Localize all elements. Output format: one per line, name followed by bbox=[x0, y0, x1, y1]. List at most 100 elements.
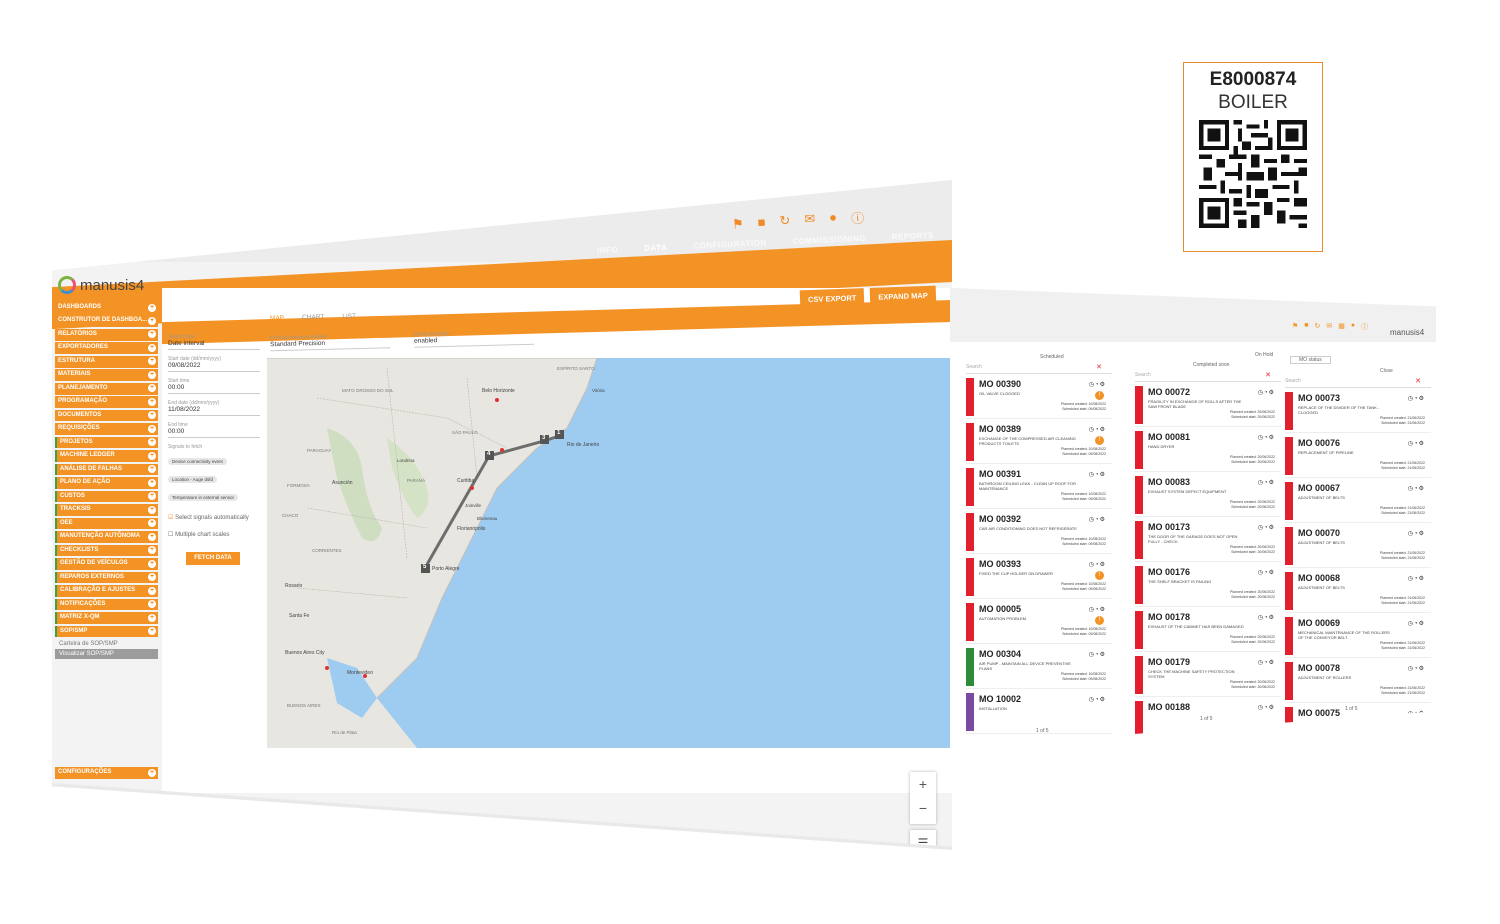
status-icons[interactable]: ◷◔⚙ bbox=[1258, 434, 1275, 441]
work-order-card[interactable]: MO 00179 CHECK THE MACHINE SAFETY PROTECT… bbox=[1135, 656, 1281, 697]
work-order-card[interactable]: MO 00075 ◷◔⚙ bbox=[1285, 707, 1431, 748]
page-number[interactable]: 1 bbox=[1200, 716, 1203, 722]
page-number[interactable]: 1 bbox=[1036, 728, 1039, 734]
sidebar-item-tracksis[interactable]: TRACKSIS + bbox=[55, 504, 158, 516]
sidebar-item-reparos-externos[interactable]: REPAROS EXTERNOS + bbox=[55, 571, 158, 584]
status-icons[interactable]: ◷◔⚙ bbox=[1089, 561, 1106, 568]
status-icons[interactable]: ◷◔⚙ bbox=[1408, 575, 1425, 582]
work-order-card[interactable]: MO 00304 AIR PUMP - MAINTAIN ALL DEVICE P… bbox=[966, 648, 1112, 689]
sidebar-item-relat-rios[interactable]: RELATÓRIOS + bbox=[55, 328, 158, 341]
work-order-card[interactable]: MO 00390 OIL VALVE CLOGGED ◷◔⚙! Planned cre… bbox=[966, 378, 1112, 419]
work-order-card[interactable]: MO 00070 ADJUSTMENT OF BELTS ◷◔⚙ Planned cr… bbox=[1285, 527, 1431, 568]
tab-data[interactable]: DATA bbox=[644, 243, 667, 253]
signal-chip[interactable]: Location - Auge dsfd bbox=[168, 476, 218, 483]
expand-map-button[interactable]: EXPAND MAP bbox=[870, 285, 937, 307]
page-number[interactable]: 1 bbox=[1345, 706, 1348, 712]
status-icons[interactable]: ◷◔⚙ bbox=[1408, 665, 1425, 672]
fetch-data-button[interactable]: FETCH DATA bbox=[186, 552, 240, 565]
status-select[interactable]: MO status bbox=[1290, 356, 1331, 364]
status-icons[interactable]: ◷◔⚙ bbox=[1258, 704, 1275, 711]
search-input[interactable]: Search ✕ bbox=[1135, 372, 1281, 382]
status-icons[interactable]: ◷◔⚙ bbox=[1408, 530, 1425, 537]
sidebar-item-documentos[interactable]: DOCUMENTOS + bbox=[55, 409, 158, 422]
tab-list[interactable]: LIST bbox=[342, 313, 356, 322]
sidebar-item-gest-o-de-ve-culos[interactable]: GESTÃO DE VEÍCULOS + bbox=[55, 558, 158, 570]
sidebar-item-oee[interactable]: OEE + bbox=[55, 517, 158, 530]
work-order-card[interactable]: MO 00176 THE SHELF BRACKET IS FAILING ◷◔⚙ P… bbox=[1135, 566, 1281, 607]
work-order-card[interactable]: MO 00076 REPLACEMENT OF PIPELINE ◷◔⚙ Planne… bbox=[1285, 437, 1431, 478]
status-icons[interactable]: ◷◔⚙ bbox=[1408, 485, 1425, 492]
zoom-in-button[interactable]: + bbox=[910, 772, 936, 796]
sidebar-subitem[interactable]: Carteira de SOP/SMP bbox=[55, 639, 158, 649]
status-icons[interactable]: ◷◔⚙ bbox=[1089, 651, 1106, 658]
map-marker-3[interactable]: 3 bbox=[542, 435, 545, 441]
sidebar-item-materiais[interactable]: MATERIAIS + bbox=[55, 369, 158, 382]
csv-export-button[interactable]: CSV EXPORT bbox=[799, 288, 865, 310]
signal-chip[interactable]: Temperature in external sensor bbox=[168, 494, 239, 501]
work-order-card[interactable]: MO 00073 REPLACE OF THE DIVIDER OF THE TA… bbox=[1285, 392, 1431, 433]
search-input[interactable]: Search ✕ bbox=[966, 364, 1112, 374]
status-icons[interactable]: ◷◔⚙ bbox=[1089, 471, 1106, 478]
tag-icon[interactable]: ⚑ bbox=[1292, 322, 1298, 332]
sidebar-item-matriz-x-qm[interactable]: MATRIZ X-QM + bbox=[55, 612, 158, 624]
status-icons[interactable]: ◷◔⚙ bbox=[1089, 381, 1106, 388]
sidebar-item-dashboards[interactable]: DASHBOARDS + bbox=[55, 302, 158, 314]
search-type-select[interactable]: Date interval bbox=[168, 340, 260, 350]
map-marker-5[interactable]: 5 bbox=[423, 564, 426, 570]
grouping-filter[interactable]: Points grouping enabled bbox=[414, 323, 535, 348]
work-order-card[interactable]: MO 00081 HAND DRYER ◷◔⚙ Planned created: 20… bbox=[1135, 431, 1281, 472]
sidebar-item-checklists[interactable]: CHECKLISTS + bbox=[55, 544, 158, 557]
status-icons[interactable]: ◷◔⚙ bbox=[1408, 395, 1425, 402]
signal-chip[interactable]: Device connectivity event bbox=[168, 458, 227, 465]
status-icons[interactable]: ◷◔⚙ bbox=[1408, 710, 1425, 717]
tab-chart[interactable]: CHART bbox=[302, 314, 324, 324]
close-link[interactable]: Close bbox=[1380, 368, 1393, 374]
alert-icon[interactable]: ! bbox=[1095, 436, 1104, 445]
alert-icon[interactable]: ! bbox=[1095, 391, 1104, 400]
sidebar-item-projetos[interactable]: PROJETOS + bbox=[55, 436, 158, 449]
multiple-scales-checkbox[interactable]: ☐ Multiple chart scales bbox=[168, 531, 260, 538]
info-icon[interactable]: ⓘ bbox=[1361, 322, 1368, 332]
status-icons[interactable]: ◷◔⚙ bbox=[1408, 440, 1425, 447]
work-order-card[interactable]: MO 00391 BATHROOM CEILING LEAK - CLEAN UP… bbox=[966, 468, 1112, 509]
zoom-out-button[interactable]: − bbox=[910, 796, 936, 820]
alert-icon[interactable]: ! bbox=[1095, 616, 1104, 625]
info-icon[interactable]: ⓘ bbox=[850, 207, 865, 227]
tab-reports[interactable]: REPORTS bbox=[891, 231, 934, 242]
pager-col1[interactable]: 1 of 5 bbox=[1036, 728, 1049, 734]
search-input[interactable]: Search ✕ bbox=[1285, 378, 1431, 388]
sidebar-item-exportadores[interactable]: EXPORTADORES + bbox=[55, 342, 158, 355]
refresh-icon[interactable]: ↻ bbox=[779, 213, 791, 233]
folder-icon[interactable]: ■ bbox=[1304, 322, 1308, 332]
sidebar-item-estrutura[interactable]: ESTRUTURA + bbox=[55, 355, 158, 368]
map-marker-4[interactable]: 4 bbox=[487, 451, 490, 457]
chart-icon[interactable]: ▦ bbox=[1338, 322, 1345, 332]
sidebar-item-manuten-o-aut-noma[interactable]: MANUTENÇÃO AUTÔNOMA + bbox=[55, 531, 158, 543]
clear-search-icon[interactable]: ✕ bbox=[1415, 378, 1421, 386]
status-icons[interactable]: ◷◔⚙ bbox=[1089, 606, 1106, 613]
tag-icon[interactable]: ⚑ bbox=[731, 216, 744, 236]
work-order-card[interactable]: MO 00078 ADJUSTMENT OF ROLLERS ◷◔⚙ Planned … bbox=[1285, 662, 1431, 703]
status-icons[interactable]: ◷◔⚙ bbox=[1258, 479, 1275, 486]
pager-col3[interactable]: 1 of 5 bbox=[1345, 706, 1358, 712]
work-order-card[interactable]: MO 00173 THE DOOR OF THE GARAGE DOES NOT … bbox=[1135, 521, 1281, 562]
work-order-card[interactable]: MO 00389 EXCHANGE OF THE COMPRESSED AIR C… bbox=[966, 423, 1112, 464]
start-time-input[interactable]: 00:00 bbox=[168, 384, 260, 394]
mail-icon[interactable]: ✉ bbox=[1326, 322, 1332, 332]
status-icons[interactable]: ◷◔⚙ bbox=[1258, 569, 1275, 576]
status-icons[interactable]: ◷◔⚙ bbox=[1089, 696, 1106, 703]
user-icon[interactable]: ● bbox=[829, 209, 838, 229]
work-order-card[interactable]: MO 00392 CAR AIR CONDITIONING DOES NOT RE… bbox=[966, 513, 1112, 554]
status-icons[interactable]: ◷◔⚙ bbox=[1258, 614, 1275, 621]
sidebar-item-machine-ledger[interactable]: MACHINE LEDGER + bbox=[55, 450, 158, 462]
work-order-card[interactable]: MO 00072 FRAGILITY IN EXCHANGE OF ROLLS A… bbox=[1135, 386, 1281, 427]
sidebar-item-notifica-es[interactable]: NOTIFICAÇÕES + bbox=[55, 598, 158, 611]
pager-col2[interactable]: 1 of 5 bbox=[1200, 716, 1213, 722]
select-auto-checkbox[interactable]: ☑ Select signals automatically bbox=[168, 514, 260, 521]
tab-info[interactable]: INFO bbox=[597, 245, 618, 255]
status-icons[interactable]: ◷◔⚙ bbox=[1408, 620, 1425, 627]
mail-icon[interactable]: ✉ bbox=[804, 211, 816, 231]
refresh-icon[interactable]: ↻ bbox=[1315, 322, 1321, 332]
end-time-input[interactable]: 00:00 bbox=[168, 428, 260, 438]
end-date-input[interactable]: 11/08/2022 bbox=[168, 406, 260, 416]
